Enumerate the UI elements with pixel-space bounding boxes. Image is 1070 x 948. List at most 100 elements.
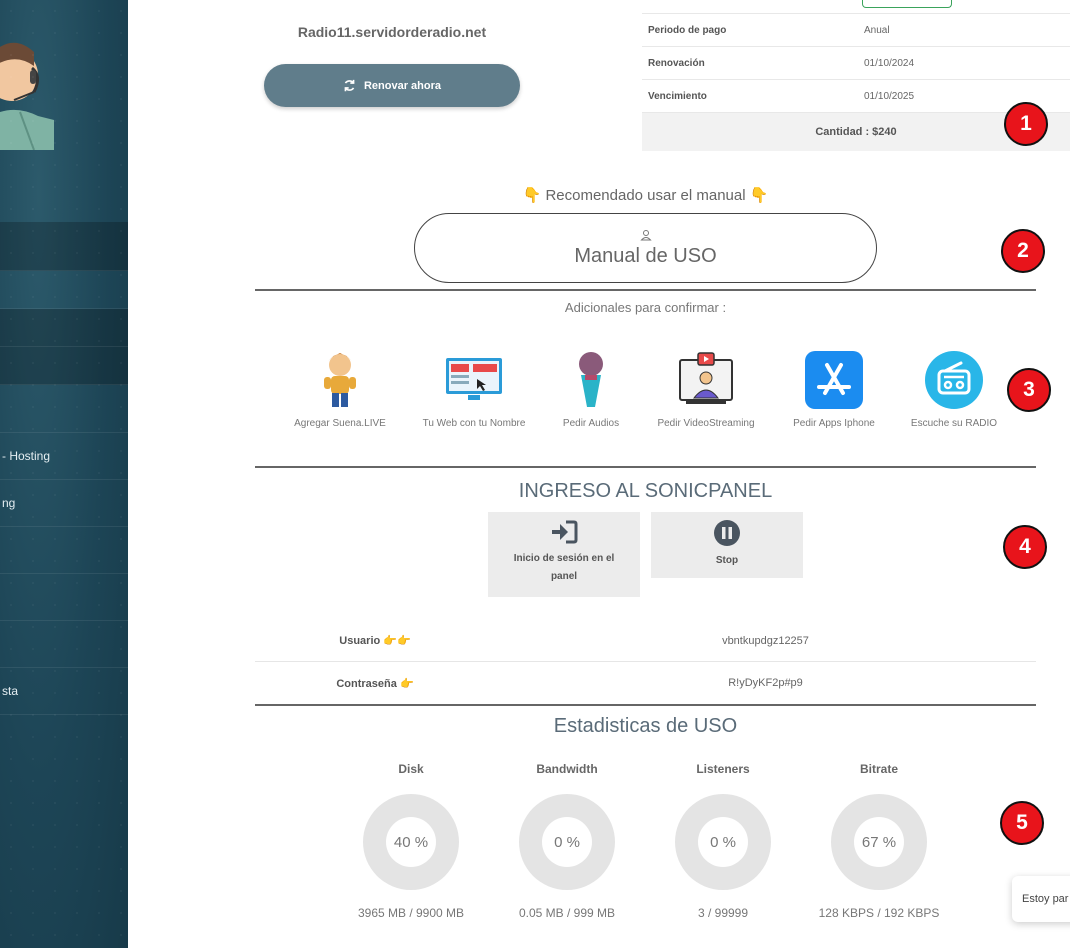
addon-radio[interactable]: Escuche su RADIO [889,350,1019,429]
stop-label: Stop [715,555,739,566]
monitor-icon [444,350,504,410]
support-avatar-icon [0,42,54,150]
renewal-value: 01/10/2024 [864,57,915,69]
stat-percent: 0 % [542,817,592,867]
stat-detail: 0.05 MB / 999 MB [518,906,616,920]
sidebar-item-hosting[interactable]: - Hosting [0,433,128,480]
sidebar-item-10[interactable] [0,621,128,668]
addon-label: Pedir Audios [562,418,620,429]
sidebar-item-5[interactable] [0,385,128,433]
manual-button[interactable]: Manual de USO [414,213,877,283]
sign-in-icon [552,520,578,544]
payment-period-key: Periodo de pago [648,24,727,36]
chat-widget[interactable]: Estoy par [1012,876,1070,922]
stat-ring: 67 % [831,794,927,890]
stat-percent: 40 % [386,817,436,867]
renewal-row: Renovación 01/10/2024 [642,47,1070,80]
payment-status-row [642,0,1070,14]
addon-label: Tu Web con tu Nombre [422,418,526,429]
pointing-down-icon: 👇 [522,187,542,204]
stats-title: Estadisticas de USO [553,715,738,737]
payment-period-row: Periodo de pago Anual [642,14,1070,47]
radio-icon [924,350,984,410]
stat-name: Bitrate [859,762,898,776]
expiration-key: Vencimiento [648,90,707,102]
sidebar-item-3[interactable] [0,309,128,347]
sidebar-item-7[interactable]: ng [0,480,128,527]
expiration-row: Vencimiento 01/10/2025 [642,80,1070,113]
pause-icon [714,520,740,546]
status-pill [862,0,952,8]
sidebar-item-label: sta [2,684,19,698]
sidebar-item-4[interactable] [0,347,128,385]
sidebar-item-1[interactable] [0,222,128,271]
step-badge-5: 5 [1000,801,1044,845]
divider [255,289,1036,291]
sidebar-item-12[interactable] [0,715,128,762]
stat-name: Bandwidth [536,762,598,776]
stat-detail: 3 / 99999 [697,906,749,920]
stat-detail: 128 KBPS / 192 KBPS [818,906,940,920]
step-badge-4: 4 [1003,525,1047,569]
panel-login-button[interactable]: Inicio de sesión en el panel [488,512,640,597]
sidebar-item-2[interactable] [0,271,128,309]
renew-button[interactable]: Renovar ahora [264,64,520,107]
addon-label: Pedir VideoStreaming [657,418,755,429]
pointing-right-icon: 👉 [399,677,414,690]
addon-web[interactable]: Tu Web con tu Nombre [409,350,539,429]
password-key: Contraseña 👉 [255,677,495,690]
password-value[interactable]: R!yDyKF2p#p9 [495,677,1036,689]
sidebar-item-label: ng [2,496,16,510]
stat-percent: 0 % [698,817,748,867]
username-value[interactable]: vbntkupdgz12257 [495,635,1036,647]
stat-bitrate: Bitrate 67 % 128 KBPS / 192 KBPS [801,762,957,920]
recommend-label: Recomendado usar el manual [545,187,746,204]
stop-button[interactable]: Stop [651,512,803,578]
stat-ring: 40 % [363,794,459,890]
addons-title: Adicionales para confirmar : [564,300,727,315]
stat-listeners: Listeners 0 % 3 / 99999 [645,762,801,920]
username-row: Usuario 👉👉 vbntkupdgz12257 [255,620,1036,662]
addon-videostreaming[interactable]: Pedir VideoStreaming [641,350,771,429]
sonicpanel-title: INGRESO AL SONICPANEL [518,480,773,502]
stat-disk: Disk 40 % 3965 MB / 9900 MB [333,762,489,920]
stat-ring: 0 % [675,794,771,890]
stat-detail: 3965 MB / 9900 MB [357,906,465,920]
stat-bandwidth: Bandwidth 0 % 0.05 MB / 999 MB [489,762,645,920]
page: - Hosting ng sta Radio11.servidorderadio… [0,0,1070,948]
panel-login-label: Inicio de sesión en el panel [513,553,615,582]
username-key: Usuario 👉👉 [255,634,495,647]
domain-name: Radio11.servidorderadio.net [297,24,487,40]
addon-audios[interactable]: Pedir Audios [526,350,656,429]
payment-period-value: Anual [864,24,890,36]
expiration-value: 01/10/2025 [864,90,915,102]
divider [255,704,1036,706]
sidebar: - Hosting ng sta [0,0,128,948]
sidebar-item-11[interactable]: sta [0,668,128,715]
renew-button-label: Renovar ahora [363,79,442,92]
sidebar-item-label: - Hosting [2,449,51,463]
user-icon [639,229,652,240]
addon-label: Escuche su RADIO [910,418,998,429]
addon-apps-iphone[interactable]: Pedir Apps Iphone [769,350,899,429]
pointing-down-icon: 👇 [749,187,769,204]
payment-status-value [856,0,952,11]
stat-name: Listeners [696,762,750,776]
pointing-right-icon: 👉👉 [383,635,411,647]
video-presenter-icon [676,350,736,410]
refresh-icon [344,79,355,92]
addon-suena-live[interactable]: Agregar Suena.LIVE [275,350,405,429]
addon-label: Agregar Suena.LIVE [294,418,386,429]
step-badge-1: 1 [1004,102,1048,146]
sidebar-item-8[interactable] [0,527,128,574]
app-store-icon [804,350,864,410]
divider [255,466,1036,468]
renewal-key: Renovación [648,57,705,69]
recommend-text: 👇 Recomendado usar el manual 👇 [255,186,1036,204]
sidebar-item-9[interactable] [0,574,128,621]
microphone-icon [561,350,621,410]
username-key-label: Usuario [339,635,381,647]
password-key-label: Contraseña [336,677,397,690]
addon-label: Pedir Apps Iphone [793,418,875,429]
password-row: Contraseña 👉 R!yDyKF2p#p9 [255,662,1036,704]
